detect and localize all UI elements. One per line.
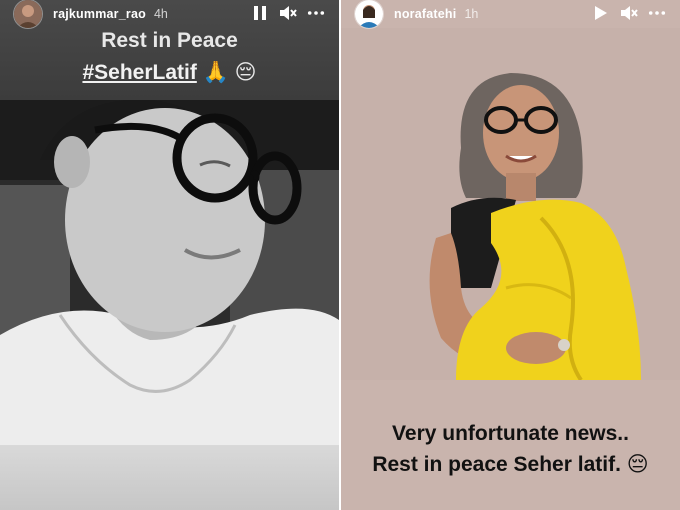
username[interactable]: norafatehi <box>394 7 456 21</box>
emoji-text: 😔 <box>626 453 649 476</box>
caption-text: Rest in peace Seher latif. <box>372 453 621 476</box>
muted-speaker-icon[interactable] <box>620 4 638 22</box>
more-options-icon[interactable] <box>307 4 325 22</box>
caption-line-2: Rest in peace Seher latif. 😔 <box>341 449 680 480</box>
caption-line: Rest in Peace <box>101 29 238 52</box>
story-photo <box>0 100 339 445</box>
story-caption: Very unfortunate news.. Rest in peace Se… <box>341 418 680 480</box>
story-panel-right[interactable]: Very unfortunate news.. Rest in peace Se… <box>341 0 680 510</box>
muted-speaker-icon[interactable] <box>279 4 297 22</box>
story-controls <box>251 4 325 22</box>
emoji-text: 🙏 😔 <box>202 61 257 84</box>
avatar[interactable] <box>13 0 43 29</box>
username[interactable]: rajkummar_rao <box>53 7 146 21</box>
pause-icon[interactable] <box>251 4 269 22</box>
hashtag-link[interactable]: #SeherLatif <box>82 61 196 84</box>
story-panel-left[interactable]: Rest in Peace #SeherLatif 🙏 😔 rajkummar_… <box>0 0 339 510</box>
story-photo <box>341 28 680 380</box>
caption-hashtag-line: #SeherLatif 🙏 😔 <box>0 60 339 85</box>
story-controls <box>592 4 666 22</box>
more-options-icon[interactable] <box>648 4 666 22</box>
story-header: rajkummar_rao 4h <box>0 0 339 29</box>
caption-line: Very unfortunate news.. <box>392 422 629 445</box>
play-icon[interactable] <box>592 4 610 22</box>
avatar[interactable] <box>354 0 384 29</box>
story-header: norafatehi 1h <box>341 0 680 29</box>
story-bottom-area <box>0 445 339 510</box>
timestamp: 1h <box>464 7 479 21</box>
timestamp: 4h <box>153 7 168 21</box>
